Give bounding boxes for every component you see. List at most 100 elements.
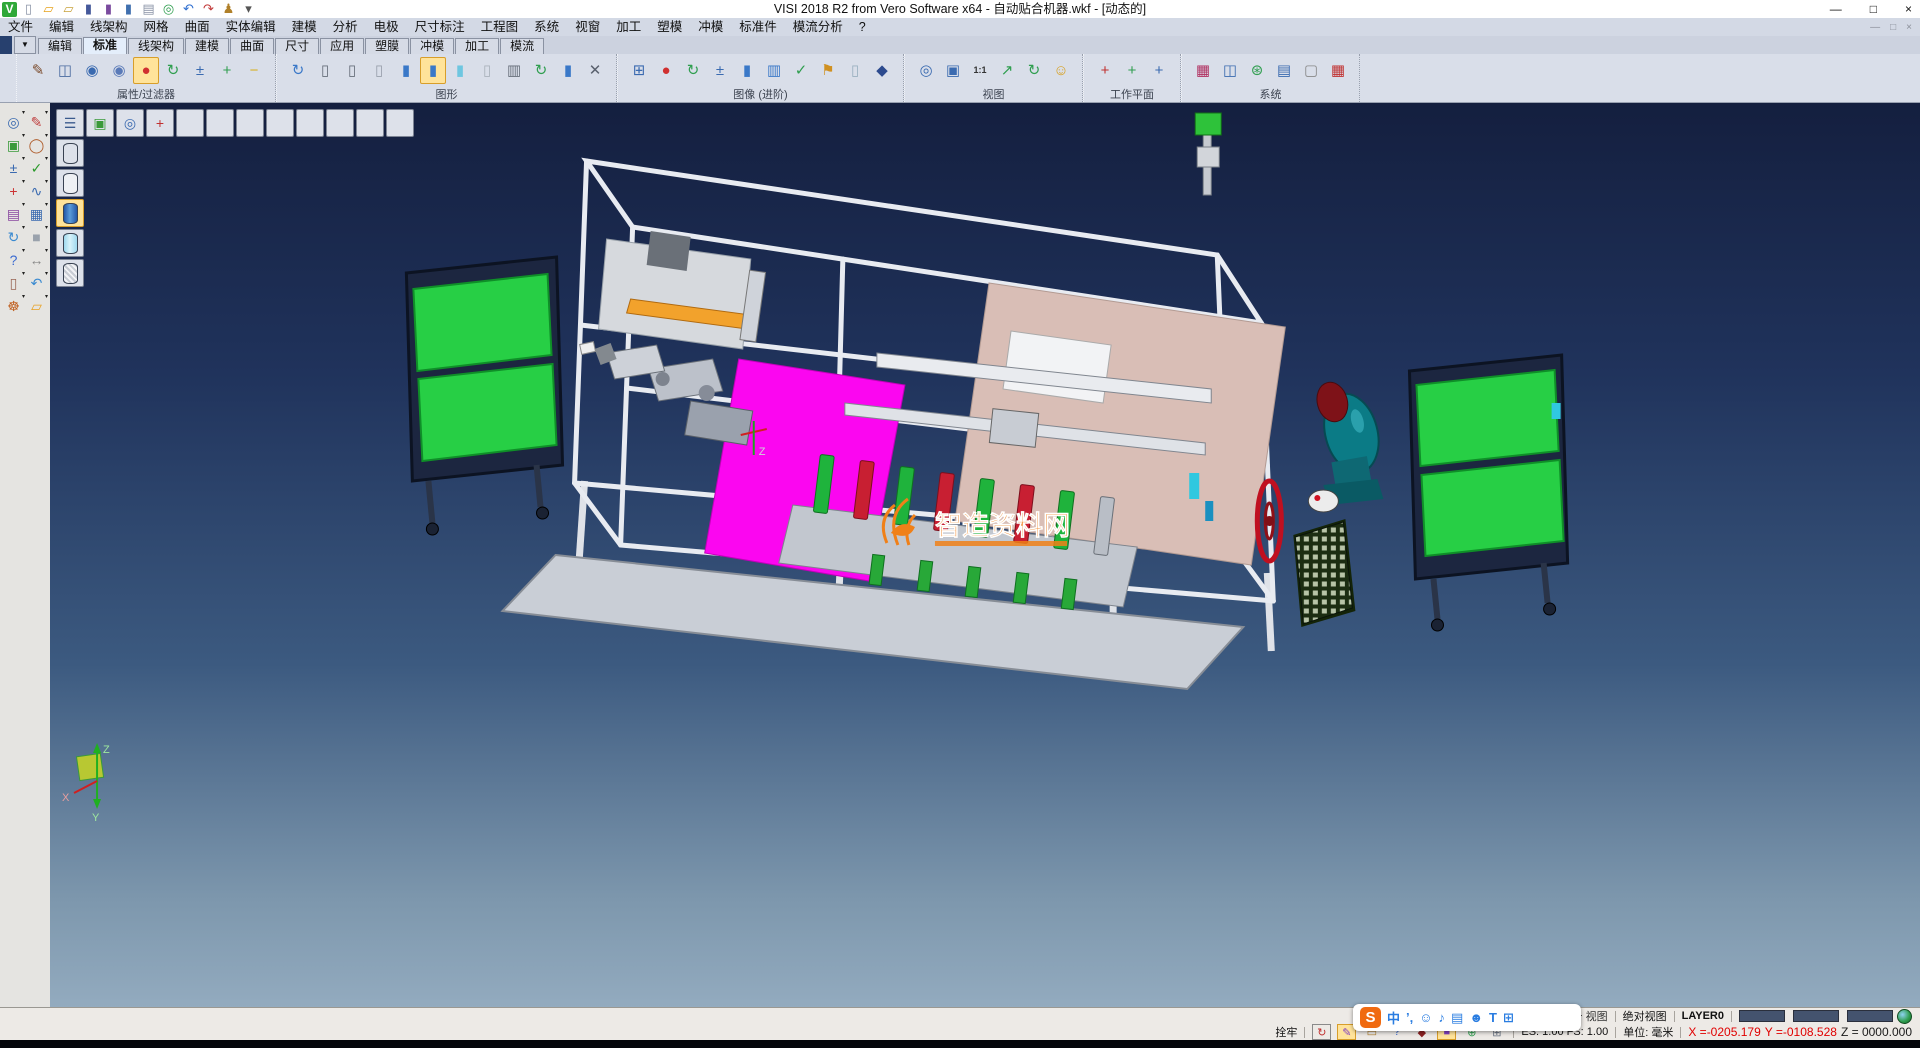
wireframe-mode-icon[interactable] bbox=[56, 139, 84, 167]
minimize-icon[interactable]: — bbox=[1830, 0, 1842, 18]
hatched-cylinder-icon[interactable]: ▥ bbox=[501, 57, 527, 84]
attributes-palette-icon[interactable]: ▤ bbox=[2, 203, 25, 225]
view-bottom-icon[interactable] bbox=[206, 109, 234, 137]
workplane-origin-icon[interactable]: + bbox=[1092, 57, 1118, 84]
grid-window-icon[interactable]: ▦ bbox=[25, 203, 48, 225]
view-back-icon[interactable] bbox=[326, 109, 354, 137]
menu-flow-analysis[interactable]: 模流分析 bbox=[785, 19, 851, 36]
regen-icon[interactable]: ↻ bbox=[2, 226, 25, 248]
regen-graphics-icon[interactable]: ↻ bbox=[285, 57, 311, 84]
system-settings-icon[interactable]: ⊛ bbox=[1244, 57, 1270, 84]
3d-viewport[interactable]: Z 智造资料网 Z Y bbox=[50, 103, 1920, 1008]
current-layer-label[interactable]: LAYER0 bbox=[1682, 1010, 1724, 1022]
filter-traffic-light-icon[interactable]: ● bbox=[133, 57, 159, 84]
menu-mesh[interactable]: 网格 bbox=[136, 19, 177, 36]
delete-icon[interactable]: ▯ bbox=[2, 272, 25, 294]
ime-mic-icon[interactable]: ♪ bbox=[1439, 1010, 1446, 1025]
save-as-icon[interactable]: ▮ bbox=[100, 1, 117, 17]
shield-view-icon[interactable]: ◆ bbox=[869, 57, 895, 84]
toolbar-options-icon[interactable]: ▾ bbox=[240, 1, 257, 17]
redo-icon[interactable]: ↷ bbox=[200, 1, 217, 17]
fit-view-icon[interactable]: ▣ bbox=[2, 134, 25, 156]
menu-system[interactable]: 系统 bbox=[526, 19, 567, 36]
view-iso-icon[interactable] bbox=[356, 109, 384, 137]
copy-graphics-icon[interactable]: ▮ bbox=[555, 57, 581, 84]
recycle-graphics-icon[interactable]: ↻ bbox=[528, 57, 554, 84]
ime-keyboard-icon[interactable]: ▤ bbox=[1451, 1010, 1463, 1026]
menu-drafting[interactable]: 工程图 bbox=[473, 19, 527, 36]
visi-logo[interactable]: V bbox=[2, 2, 17, 17]
flat-cylinder-icon[interactable]: ▯ bbox=[474, 57, 500, 84]
undo-icon[interactable]: ↶ bbox=[25, 272, 48, 294]
zoom-toggle-icon[interactable]: ± bbox=[2, 157, 25, 179]
open-icon[interactable]: ▱ bbox=[40, 1, 57, 17]
menu-dimension[interactable]: 尺寸标注 bbox=[407, 19, 473, 36]
toggle-entities-icon[interactable]: ± bbox=[187, 57, 213, 84]
knife-icon[interactable]: ✎ bbox=[25, 111, 48, 133]
menu-file[interactable]: 文件 bbox=[0, 19, 41, 36]
layer-color-swatch-2[interactable] bbox=[1793, 1010, 1839, 1022]
striped-view-icon[interactable]: ▥ bbox=[761, 57, 787, 84]
workplane-align-icon[interactable]: + bbox=[1146, 57, 1172, 84]
attribute-page-icon[interactable]: ◫ bbox=[52, 57, 78, 84]
ime-toolbox-icon[interactable]: ⊞ bbox=[1503, 1010, 1514, 1026]
view-front-icon[interactable] bbox=[296, 109, 324, 137]
menu-help[interactable]: ? bbox=[851, 19, 874, 36]
navigator-icon[interactable]: ☸ bbox=[2, 295, 25, 317]
mdi-close-icon[interactable]: × bbox=[1906, 22, 1912, 33]
tab-dimension[interactable]: 尺寸 bbox=[275, 38, 319, 54]
validate-view-icon[interactable]: ✓ bbox=[788, 57, 814, 84]
menu-solid-edit[interactable]: 实体编辑 bbox=[218, 19, 284, 36]
hide-entity-icon[interactable]: ◉ bbox=[106, 57, 132, 84]
export-icon[interactable]: ▮ bbox=[120, 1, 137, 17]
rotate-view-icon[interactable]: ↻ bbox=[1021, 57, 1047, 84]
status-refresh-icon[interactable]: ↻ bbox=[1312, 1024, 1331, 1040]
mdi-restore-icon[interactable]: □ bbox=[1890, 22, 1896, 33]
image-toggle-icon[interactable]: ± bbox=[707, 57, 733, 84]
zoom-all-icon[interactable]: ◎ bbox=[913, 57, 939, 84]
show-entity-icon[interactable]: ◉ bbox=[79, 57, 105, 84]
ime-punct-icon[interactable]: ’, bbox=[1406, 1010, 1413, 1025]
save-icon[interactable]: ▮ bbox=[80, 1, 97, 17]
menu-mold[interactable]: 塑模 bbox=[649, 19, 690, 36]
ghost-view-icon[interactable]: ▯ bbox=[842, 57, 868, 84]
hidden-line-cylinder-icon[interactable]: ▯ bbox=[339, 57, 365, 84]
ucs-icon[interactable]: + bbox=[2, 180, 25, 202]
wireframe-cylinder-icon[interactable]: ▯ bbox=[312, 57, 338, 84]
menu-surface[interactable]: 曲面 bbox=[177, 19, 218, 36]
display-panel-icon[interactable]: ◫ bbox=[1217, 57, 1243, 84]
color-table-icon[interactable]: ▦ bbox=[1190, 57, 1216, 84]
menu-electrode[interactable]: 电极 bbox=[366, 19, 407, 36]
zoom-window-icon[interactable]: ▣ bbox=[940, 57, 966, 84]
menu-standard-parts[interactable]: 标准件 bbox=[731, 19, 785, 36]
close-icon[interactable]: × bbox=[1905, 0, 1912, 18]
workplane-entity-icon[interactable]: + bbox=[1119, 57, 1145, 84]
lock-toggle[interactable]: 拴牢 bbox=[1275, 1024, 1297, 1040]
confirm-icon[interactable]: ✓ bbox=[25, 157, 48, 179]
tab-modeling[interactable]: 建模 bbox=[185, 38, 229, 54]
shaded-edges-mode-icon[interactable] bbox=[56, 229, 84, 257]
tab-die[interactable]: 冲模 bbox=[410, 38, 454, 54]
viewport-menu-icon[interactable]: ☰ bbox=[56, 109, 84, 137]
red-grid-icon[interactable]: ▦ bbox=[1325, 57, 1351, 84]
menu-edit[interactable]: 编辑 bbox=[41, 19, 82, 36]
tab-standard[interactable]: 标准 bbox=[83, 37, 127, 54]
image-refresh-icon[interactable]: ↻ bbox=[680, 57, 706, 84]
preview-icon[interactable]: ◎ bbox=[160, 1, 177, 17]
ucs-view-icon[interactable]: + bbox=[146, 109, 174, 137]
menu-modeling[interactable]: 建模 bbox=[284, 19, 325, 36]
spline-icon[interactable]: ∿ bbox=[25, 180, 48, 202]
tab-flow[interactable]: 模流 bbox=[500, 38, 544, 54]
fit-view-icon[interactable]: ▣ bbox=[86, 109, 114, 137]
refresh-filter-icon[interactable]: ↻ bbox=[160, 57, 186, 84]
ime-person-icon[interactable]: ☻ bbox=[1469, 1010, 1483, 1025]
layer-color-swatch-3[interactable] bbox=[1847, 1010, 1893, 1022]
tab-wireframe[interactable]: 线架构 bbox=[128, 38, 184, 54]
menu-die[interactable]: 冲模 bbox=[690, 19, 731, 36]
shaded-edges-cylinder-icon[interactable]: ▮ bbox=[420, 57, 446, 84]
shaded-cylinder-icon[interactable]: ▮ bbox=[393, 57, 419, 84]
view-right-icon[interactable] bbox=[266, 109, 294, 137]
sogou-logo-icon[interactable]: S bbox=[1360, 1007, 1381, 1028]
pan-view-icon[interactable]: ↗ bbox=[994, 57, 1020, 84]
graphics-settings-icon[interactable]: ✕ bbox=[582, 57, 608, 84]
